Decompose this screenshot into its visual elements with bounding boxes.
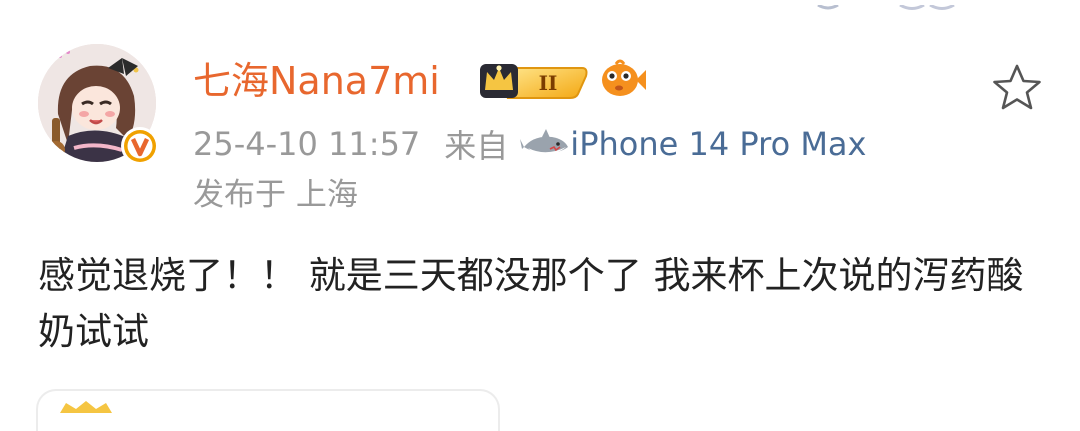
shark-icon (520, 127, 570, 161)
svg-text:II: II (539, 71, 558, 95)
post-location: 发布于 上海 (193, 177, 358, 213)
post-content: 感觉退烧了！！ 就是三天都没那个了 我来杯上次说的泻药酸奶试试 (38, 254, 1024, 353)
favorite-star-icon[interactable] (990, 62, 1044, 114)
next-card-fragment (36, 389, 500, 431)
post-timestamp: 25-4-10 11:57 (193, 125, 421, 163)
device-link[interactable]: iPhone 14 Pro Max (570, 125, 866, 163)
fish-badge-icon[interactable] (598, 56, 648, 102)
from-label: 来自 (444, 127, 509, 165)
crown-level-badge-icon[interactable]: II (478, 58, 590, 102)
verified-badge-icon (120, 126, 160, 166)
post-meta: 25-4-10 11:57 来自 iPhone 14 Pro Max (193, 120, 866, 168)
author-name[interactable]: 七海Nana7mi (193, 56, 440, 106)
author-avatar[interactable] (38, 44, 166, 172)
previous-post-remnant (800, 0, 960, 10)
